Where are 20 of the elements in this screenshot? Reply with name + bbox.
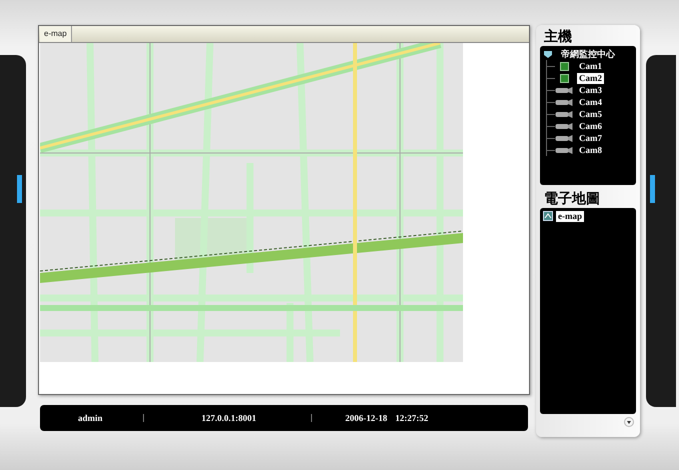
map-tab[interactable]: e-map: [40, 26, 72, 42]
tree-node[interactable]: 帝網監控中心: [559, 48, 617, 60]
shield-icon[interactable]: [543, 50, 553, 58]
user-name: admin: [78, 413, 103, 423]
camera-tree-item[interactable]: Cam5: [577, 108, 604, 120]
server-address: 127.0.0.1:8001: [202, 413, 256, 423]
camera-tree-item[interactable]: Cam4: [577, 96, 604, 108]
map-icon: [543, 211, 553, 221]
camera-tree-item[interactable]: Cam6: [577, 120, 604, 132]
date-text: 2006-12-18: [345, 413, 388, 423]
emap-panel-title: 電子地圖: [544, 191, 600, 208]
scroll-down-icon[interactable]: [624, 417, 634, 427]
camera-tree-item[interactable]: Cam3: [577, 84, 604, 96]
camera-tree-item[interactable]: Cam1: [577, 60, 604, 72]
host-panel-title: 主機: [544, 29, 572, 46]
time-text: 12:27:52: [395, 413, 428, 423]
emap-list-item[interactable]: e-map: [556, 210, 584, 222]
camera-tree-item[interactable]: Cam2: [577, 72, 604, 84]
camera-tree-item[interactable]: Cam8: [577, 144, 604, 156]
camera-tree-item[interactable]: Cam7: [577, 132, 604, 144]
